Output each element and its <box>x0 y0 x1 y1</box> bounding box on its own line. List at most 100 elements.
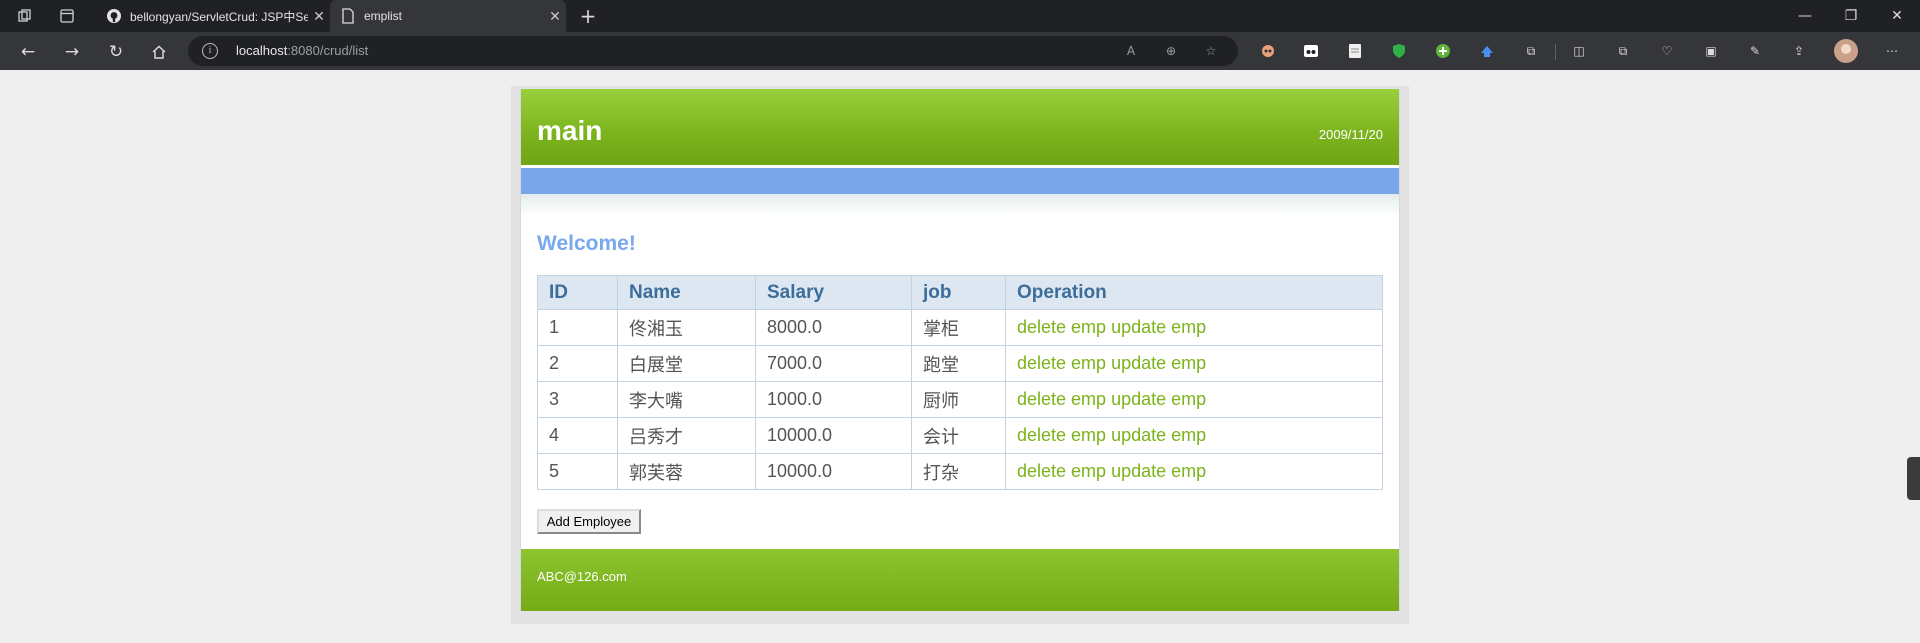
share-icon[interactable]: ⇪ <box>1789 41 1809 61</box>
column-header-job: job <box>911 275 1006 310</box>
new-tab-button[interactable]: + <box>576 4 600 28</box>
browser-essentials-icon[interactable]: ♡ <box>1657 41 1677 61</box>
update-emp-link[interactable]: update emp <box>1111 353 1206 373</box>
close-tab-icon[interactable]: ✕ <box>308 8 330 25</box>
delete-emp-link[interactable]: delete emp <box>1017 461 1106 481</box>
cell-name: 佟湘玉 <box>617 309 756 346</box>
home-icon[interactable] <box>146 39 172 65</box>
footer-email: ABC@126.com <box>537 569 627 584</box>
tab-title: bellongyan/ServletCrud: JSP中Se <box>130 9 308 24</box>
site-header: main 2009/11/20 <box>521 89 1399 165</box>
more-menu-icon[interactable]: ⋯ <box>1882 41 1902 61</box>
cell-operation: delete emp update emp <box>1005 417 1383 454</box>
site-footer: ABC@126.com <box>521 549 1399 611</box>
table-row: 2 白展堂 7000.0 跑堂 delete emp update emp <box>537 345 1383 382</box>
browser-toolbar: ← → ↻ i localhost:8080/crud/list A ⊕ ☆ ⧉… <box>0 32 1920 70</box>
cell-job: 会计 <box>911 417 1006 454</box>
cell-operation: delete emp update emp <box>1005 309 1383 346</box>
cell-job: 跑堂 <box>911 345 1006 382</box>
tab-strip: bellongyan/ServletCrud: JSP中Se ✕ emplist… <box>0 0 1920 32</box>
address-bar[interactable]: i localhost:8080/crud/list A ⊕ ☆ <box>188 36 1238 66</box>
cell-name: 郭芙蓉 <box>617 453 756 490</box>
column-header-name: Name <box>617 275 756 310</box>
update-emp-link[interactable]: update emp <box>1111 389 1206 409</box>
edit-icon[interactable]: ✎ <box>1745 41 1765 61</box>
split-screen-icon[interactable]: ◫ <box>1569 41 1589 61</box>
cell-operation: delete emp update emp <box>1005 453 1383 490</box>
github-icon <box>106 8 122 24</box>
cell-id: 3 <box>537 381 618 418</box>
cell-salary: 1000.0 <box>755 381 912 418</box>
reload-icon[interactable]: ↻ <box>103 39 129 65</box>
add-employee-button[interactable]: Add Employee <box>537 509 641 534</box>
cell-id: 1 <box>537 309 618 346</box>
cell-job: 掌柜 <box>911 309 1006 346</box>
zoom-icon[interactable]: ⊕ <box>1162 42 1180 60</box>
cell-name: 吕秀才 <box>617 417 756 454</box>
table-row: 1 佟湘玉 8000.0 掌柜 delete emp update emp <box>537 309 1383 346</box>
delete-emp-link[interactable]: delete emp <box>1017 353 1106 373</box>
screenshot-icon[interactable]: ▣ <box>1701 41 1721 61</box>
cell-name: 白展堂 <box>617 345 756 382</box>
tab-title: emplist <box>364 9 403 23</box>
cell-job: 厨师 <box>911 381 1006 418</box>
employee-table: ID Name Salary job Operation 1 佟湘玉 8000.… <box>537 275 1383 490</box>
site-date: 2009/11/20 <box>1318 127 1383 142</box>
cell-job: 打杂 <box>911 453 1006 490</box>
collections-icon[interactable]: ⧉ <box>1613 41 1633 61</box>
extension-glasses-icon[interactable] <box>1301 41 1321 61</box>
delete-emp-link[interactable]: delete emp <box>1017 389 1106 409</box>
tab-github[interactable]: bellongyan/ServletCrud: JSP中Se ✕ <box>96 0 330 32</box>
minimize-icon[interactable]: — <box>1782 0 1828 32</box>
cell-salary: 8000.0 <box>755 309 912 346</box>
cell-id: 5 <box>537 453 618 490</box>
forward-icon[interactable]: → <box>59 39 85 65</box>
back-icon[interactable]: ← <box>15 39 41 65</box>
cell-salary: 10000.0 <box>755 453 912 490</box>
toolbar-divider <box>1555 44 1556 60</box>
table-header-row: ID Name Salary job Operation <box>537 275 1383 310</box>
cell-operation: delete emp update emp <box>1005 345 1383 382</box>
extension-note-icon[interactable] <box>1345 41 1365 61</box>
extension-shield-icon[interactable] <box>1389 41 1409 61</box>
tab-actions-icon[interactable] <box>56 5 78 27</box>
update-emp-link[interactable]: update emp <box>1111 317 1206 337</box>
page-icon <box>340 8 356 24</box>
delete-emp-link[interactable]: delete emp <box>1017 425 1106 445</box>
profile-avatar-icon[interactable] <box>1834 39 1858 63</box>
extension-plus-icon[interactable] <box>1433 41 1453 61</box>
close-window-icon[interactable]: ✕ <box>1874 0 1920 32</box>
cell-salary: 10000.0 <box>755 417 912 454</box>
tab-emplist[interactable]: emplist ✕ <box>330 0 566 32</box>
sidebar-handle[interactable] <box>1907 457 1920 500</box>
workspaces-icon[interactable] <box>14 5 36 27</box>
extension-hat-icon[interactable] <box>1477 41 1497 61</box>
column-header-salary: Salary <box>755 275 912 310</box>
page-container: main 2009/11/20 Welcome! ID Name Salary … <box>520 89 1400 611</box>
cell-name: 李大嘴 <box>617 381 756 418</box>
extensions-puzzle-icon[interactable]: ⧉ <box>1521 41 1541 61</box>
update-emp-link[interactable]: update emp <box>1111 461 1206 481</box>
cell-operation: delete emp update emp <box>1005 381 1383 418</box>
extension-face-icon[interactable] <box>1258 41 1278 61</box>
nav-bar <box>521 168 1399 194</box>
restore-icon[interactable]: ❐ <box>1828 0 1874 32</box>
nav-bar-fade <box>521 194 1399 216</box>
table-row: 4 吕秀才 10000.0 会计 delete emp update emp <box>537 417 1383 454</box>
welcome-heading: Welcome! <box>537 232 636 255</box>
site-title: main <box>537 115 603 146</box>
cell-salary: 7000.0 <box>755 345 912 382</box>
table-row: 5 郭芙蓉 10000.0 打杂 delete emp update emp <box>537 453 1383 490</box>
update-emp-link[interactable]: update emp <box>1111 425 1206 445</box>
close-tab-icon[interactable]: ✕ <box>544 8 566 25</box>
site-info-icon[interactable]: i <box>202 43 218 59</box>
url-text[interactable]: localhost:8080/crud/list <box>236 43 368 58</box>
cell-id: 4 <box>537 417 618 454</box>
delete-emp-link[interactable]: delete emp <box>1017 317 1106 337</box>
read-aloud-icon[interactable]: A <box>1122 42 1140 60</box>
table-row: 3 李大嘴 1000.0 厨师 delete emp update emp <box>537 381 1383 418</box>
cell-id: 2 <box>537 345 618 382</box>
column-header-id: ID <box>537 275 618 310</box>
column-header-operation: Operation <box>1005 275 1383 310</box>
favorite-star-icon[interactable]: ☆ <box>1202 42 1220 60</box>
